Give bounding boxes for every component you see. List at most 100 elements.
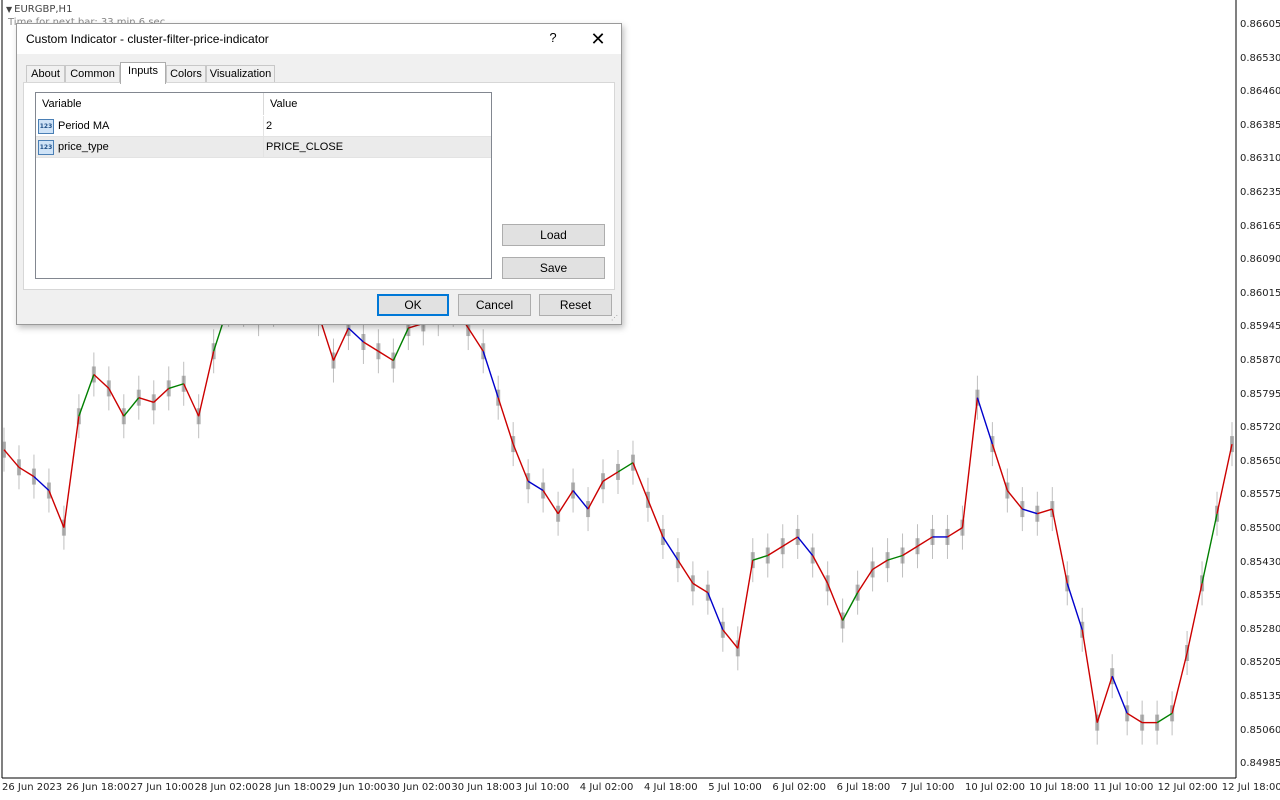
- value-cell[interactable]: PRICE_CLOSE: [266, 137, 343, 157]
- ma-line-segment: [497, 397, 514, 445]
- ma-line-segment: [797, 536, 814, 556]
- ma-line-segment: [842, 592, 859, 621]
- price-tick-label: 0.85135: [1240, 691, 1280, 702]
- ma-line-segment: [872, 559, 888, 571]
- ok-button[interactable]: OK: [377, 294, 449, 316]
- price-tick-label: 0.85870: [1240, 355, 1280, 366]
- cell-divider: [263, 116, 264, 136]
- price-tick-label: 0.85650: [1240, 455, 1280, 467]
- ma-line-segment: [1126, 712, 1143, 724]
- ma-line-segment: [153, 387, 170, 403]
- ma-line-segment: [752, 554, 768, 561]
- price-tick-label: 0.85355: [1240, 590, 1280, 602]
- time-tick-label: 26 Jun 2023: [2, 782, 63, 793]
- ma-line-segment: [572, 490, 589, 510]
- symbol-dropdown-icon[interactable]: ▼: [6, 5, 12, 14]
- time-tick-label: 10 Jul 02:00: [965, 782, 1025, 793]
- ma-line-segment: [647, 499, 664, 538]
- price-tick-label: 0.85795: [1240, 388, 1280, 400]
- tab-inputs[interactable]: Inputs: [120, 62, 166, 84]
- ma-line-segment: [1156, 712, 1173, 724]
- ma-line-segment: [617, 462, 634, 473]
- header-variable[interactable]: Variable: [36, 93, 262, 115]
- ma-line-segment: [782, 536, 799, 547]
- ma-line-segment: [527, 480, 544, 492]
- reset-button[interactable]: Reset: [539, 294, 612, 316]
- time-tick-label: 6 Jul 02:00: [772, 782, 826, 793]
- ma-line-segment: [123, 397, 140, 417]
- time-tick-label: 4 Jul 18:00: [644, 782, 698, 793]
- time-tick-label: 29 Jun 10:00: [323, 782, 387, 793]
- ma-line-segment: [108, 388, 125, 417]
- price-tick-label: 0.86460: [1240, 86, 1280, 98]
- tab-colors[interactable]: Colors: [166, 65, 206, 83]
- time-tick-label: 7 Jul 10:00: [900, 782, 955, 793]
- ma-line-segment: [378, 350, 394, 362]
- price-tick-label: 0.86235: [1240, 187, 1280, 198]
- ma-line-segment: [692, 582, 709, 594]
- ma-line-segment: [827, 583, 844, 621]
- time-tick-label: 12 Jul 02:00: [1157, 782, 1218, 793]
- ma-line-segment: [48, 490, 65, 528]
- time-tick-label: 28 Jun 18:00: [258, 782, 323, 793]
- ma-line-segment: [1022, 508, 1038, 515]
- ma-line-segment: [722, 629, 739, 649]
- ma-line-segment: [857, 569, 874, 594]
- inputs-panel: Variable Value 123 Period MA 2 123 price…: [23, 82, 615, 290]
- time-tick-label: 3 Jul 10:00: [515, 782, 570, 793]
- price-tick-label: 0.86310: [1240, 153, 1280, 165]
- symbol-label[interactable]: ▼ EURGBP,H1: [6, 4, 72, 15]
- ma-line-segment: [33, 476, 50, 492]
- header-value[interactable]: Value: [264, 93, 490, 115]
- dialog-titlebar[interactable]: Custom Indicator - cluster-filter-price-…: [17, 24, 621, 54]
- ma-line-segment: [63, 416, 80, 528]
- time-tick-label: 6 Jul 18:00: [836, 782, 891, 793]
- ma-line-segment: [1096, 675, 1113, 723]
- time-tick-label: 27 Jun 10:00: [130, 782, 194, 793]
- inputs-grid[interactable]: Variable Value 123 Period MA 2 123 price…: [35, 92, 492, 279]
- ma-line-segment: [392, 327, 409, 361]
- ma-line-segment: [542, 490, 559, 515]
- ma-line-segment: [662, 536, 679, 561]
- price-tick-label: 0.84985: [1240, 758, 1280, 770]
- custom-indicator-dialog: Custom Indicator - cluster-filter-price-…: [16, 23, 622, 325]
- ma-line-segment: [1081, 629, 1098, 723]
- ma-line-segment: [1006, 490, 1023, 510]
- ma-line-segment: [1216, 443, 1233, 514]
- help-button[interactable]: ?: [545, 30, 561, 48]
- ma-line-segment: [18, 466, 35, 478]
- ma-line-segment: [1171, 652, 1188, 714]
- tab-common[interactable]: Common: [65, 65, 120, 83]
- save-button[interactable]: Save: [502, 257, 605, 279]
- grid-row-price-type[interactable]: 123 price_type PRICE_CLOSE: [36, 137, 491, 158]
- load-button[interactable]: Load: [502, 224, 605, 246]
- grid-header: Variable Value: [36, 93, 491, 115]
- ma-line-segment: [78, 374, 95, 417]
- tab-visualization[interactable]: Visualization: [206, 65, 275, 83]
- cell-divider: [263, 137, 264, 157]
- variable-cell: price_type: [58, 141, 109, 153]
- dialog-title: Custom Indicator - cluster-filter-price-…: [26, 32, 269, 46]
- ma-line-segment: [602, 471, 619, 482]
- grid-row-period-ma[interactable]: 123 Period MA 2: [36, 116, 491, 137]
- price-tick-label: 0.85430: [1240, 556, 1280, 568]
- ma-line-segment: [587, 480, 604, 510]
- ma-line-segment: [557, 490, 574, 515]
- ma-line-segment: [198, 351, 215, 417]
- ma-line-segment: [1066, 583, 1083, 630]
- price-tick-label: 0.85280: [1240, 623, 1280, 635]
- time-tick-label: 5 Jul 10:00: [708, 782, 762, 793]
- ma-line-segment: [168, 383, 184, 390]
- price-tick-label: 0.86090: [1240, 254, 1280, 266]
- price-tick-label: 0.85205: [1240, 657, 1280, 669]
- value-cell[interactable]: 2: [266, 116, 272, 136]
- time-tick-label: 26 Jun 18:00: [66, 782, 130, 793]
- time-tick-label: 12 Jul 18:00: [1221, 782, 1280, 793]
- tab-about[interactable]: About: [26, 65, 65, 83]
- ma-line-segment: [332, 327, 350, 361]
- price-tick-label: 0.86385: [1240, 119, 1280, 131]
- cancel-button[interactable]: Cancel: [458, 294, 531, 316]
- resize-grip-icon[interactable]: ⋰: [611, 314, 619, 322]
- close-button[interactable]: ✕: [587, 28, 609, 50]
- ma-line-segment: [632, 462, 649, 501]
